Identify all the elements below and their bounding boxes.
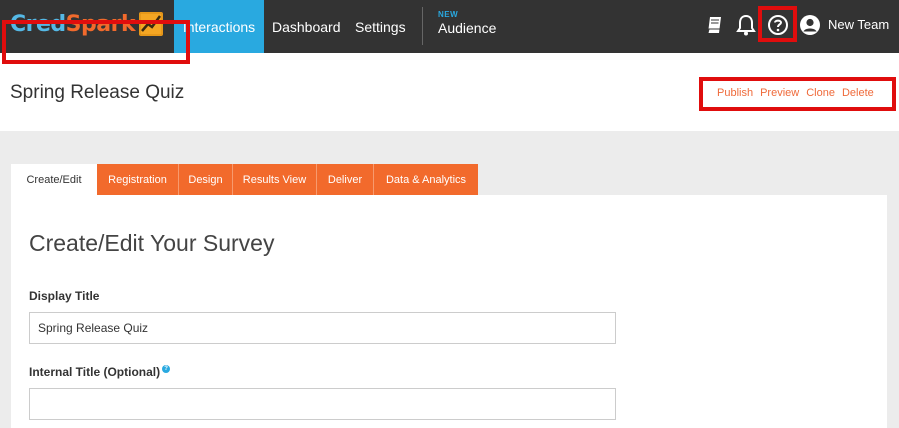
tab-create-edit[interactable]: Create/Edit <box>11 164 97 195</box>
internal-title-input[interactable] <box>29 388 616 420</box>
title-highlight-box <box>2 20 190 64</box>
delete-link[interactable]: Delete <box>842 87 874 99</box>
tab-deliver[interactable]: Deliver <box>317 164 374 195</box>
tab-results-view[interactable]: Results View <box>233 164 317 195</box>
tab-data-analytics[interactable]: Data & Analytics <box>374 164 478 195</box>
tab-registration[interactable]: Registration <box>97 164 179 195</box>
preview-link[interactable]: Preview <box>760 87 799 99</box>
book-icon[interactable] <box>704 14 726 36</box>
form-heading: Create/Edit Your Survey <box>29 230 275 256</box>
page-title: Spring Release Quiz <box>10 82 185 103</box>
new-badge: NEW <box>438 10 459 19</box>
display-title-label: Display Title <box>29 289 100 303</box>
nav-settings[interactable]: Settings <box>355 0 406 53</box>
display-title-input[interactable] <box>29 312 616 344</box>
internal-title-label: Internal Title (Optional) <box>29 365 161 379</box>
header-actions: Publish Preview Clone Delete <box>717 87 874 99</box>
nav-audience-label: Audience <box>438 20 497 36</box>
nav-interactions-label: Interactions <box>182 18 256 35</box>
help-highlight-box <box>758 6 797 42</box>
team-name[interactable]: New Team <box>828 17 889 32</box>
tab-design[interactable]: Design <box>179 164 233 195</box>
user-avatar-icon[interactable] <box>798 13 822 37</box>
internal-title-label-row: Internal Title (Optional)? <box>29 365 171 379</box>
nav-dashboard-label: Dashboard <box>272 18 341 35</box>
nav-settings-label: Settings <box>355 18 406 35</box>
nav-divider <box>422 7 423 45</box>
info-icon[interactable]: ? <box>162 365 171 373</box>
bell-icon[interactable] <box>735 13 757 37</box>
publish-link[interactable]: Publish <box>717 87 753 99</box>
nav-dashboard[interactable]: Dashboard <box>272 0 341 53</box>
clone-link[interactable]: Clone <box>806 87 835 99</box>
nav-audience[interactable]: NEW Audience <box>438 10 496 36</box>
